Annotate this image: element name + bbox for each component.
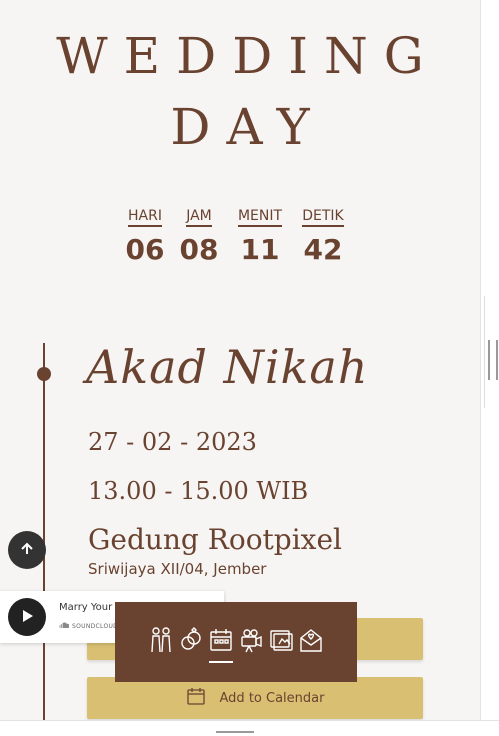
hero-title-line1: WEDDING (56, 27, 440, 85)
countdown-hours: JAM 08 (178, 205, 220, 266)
countdown-label: DETIK (302, 208, 344, 227)
event-title: Akad Nikah (86, 340, 369, 394)
envelope-icon (299, 626, 323, 658)
countdown-seconds: DETIK 42 (298, 205, 348, 266)
countdown-value: 42 (303, 233, 343, 266)
timeline-dot (37, 367, 51, 381)
event-time: 13.00 - 15.00 WIB (88, 477, 309, 505)
countdown-label: HARI (128, 208, 162, 227)
event-venue: Gedung Rootpixel (88, 523, 342, 556)
bottom-nav (115, 602, 357, 682)
hero-title-line2: DAY (170, 98, 326, 156)
rings-icon (179, 626, 203, 658)
add-to-calendar-label: Add to Calendar (219, 690, 325, 706)
nav-rings[interactable] (178, 627, 204, 657)
invitation-page: WEDDING DAY HARI 06 JAM 08 MENIT 11 DETI… (0, 0, 480, 720)
countdown-value: 11 (240, 233, 280, 266)
soundcloud-brand: SOUNDCLOUD (59, 622, 118, 630)
calendar-icon (209, 626, 233, 658)
countdown-label: JAM (186, 208, 212, 227)
nav-couple[interactable] (148, 627, 174, 657)
scrollbar-grip[interactable] (488, 340, 498, 380)
nav-calendar[interactable] (208, 626, 234, 663)
bottom-edge (0, 720, 499, 736)
event-date: 27 - 02 - 2023 (88, 428, 257, 456)
scroll-to-top-button[interactable] (8, 531, 46, 569)
countdown-value: 08 (179, 233, 219, 266)
camera-icon (239, 626, 263, 658)
play-icon (20, 608, 34, 627)
resize-handle[interactable] (216, 731, 254, 733)
calendar-icon (186, 686, 206, 710)
nav-video[interactable] (238, 627, 264, 657)
photo-gallery-icon (269, 626, 293, 658)
soundcloud-label: SOUNDCLOUD (72, 622, 119, 630)
add-to-calendar-button[interactable]: Add to Calendar (87, 677, 423, 719)
timeline-line (43, 343, 45, 720)
arrow-up-icon (20, 541, 34, 560)
event-address: Sriwijaya XII/04, Jember (88, 560, 267, 578)
soundcloud-icon (59, 622, 70, 630)
countdown-label: MENIT (237, 208, 283, 227)
countdown-value: 06 (125, 233, 165, 266)
nav-gallery[interactable] (268, 627, 294, 657)
couple-icon (149, 626, 173, 658)
countdown-minutes: MENIT 11 (233, 205, 287, 266)
play-button[interactable] (8, 598, 46, 636)
song-title[interactable]: Marry Your D (59, 602, 123, 613)
nav-rsvp[interactable] (298, 627, 324, 657)
countdown-days: HARI 06 (121, 205, 169, 266)
